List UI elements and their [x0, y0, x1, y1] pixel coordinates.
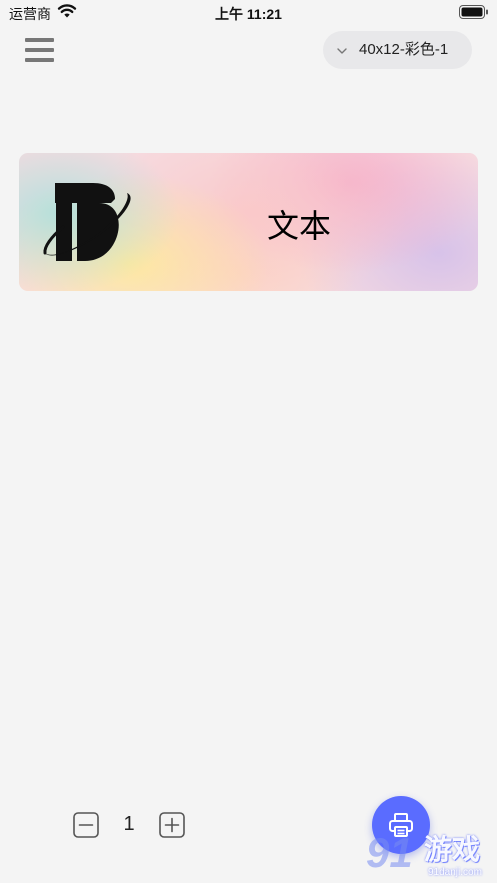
- watermark-text: 游戏: [424, 833, 481, 866]
- watermark-url: 91danji.com: [428, 867, 482, 878]
- brand-logo-icon: [41, 179, 133, 265]
- label-text[interactable]: 文本: [267, 201, 331, 247]
- chevron-down-icon: [336, 44, 348, 62]
- hamburger-menu-icon[interactable]: [22, 34, 58, 66]
- template-selector-value: 40x12-彩色-1: [359, 41, 449, 58]
- status-bar: 运营商 上午 11:21: [0, 0, 497, 26]
- quantity-value: 1: [123, 813, 135, 835]
- battery-icon: [459, 5, 489, 19]
- quantity-minus-button[interactable]: [73, 812, 99, 838]
- plus-square-icon: [159, 812, 185, 838]
- template-selector[interactable]: 40x12-彩色-1: [323, 31, 472, 69]
- status-time: 上午 11:21: [215, 6, 282, 22]
- label-preview-card[interactable]: 文本: [19, 153, 478, 291]
- watermark-number: 91: [366, 829, 413, 876]
- quantity-plus-button[interactable]: [159, 812, 185, 838]
- watermark-logo: 91 游戏 91danji.com: [366, 830, 497, 883]
- minus-square-icon: [73, 812, 99, 838]
